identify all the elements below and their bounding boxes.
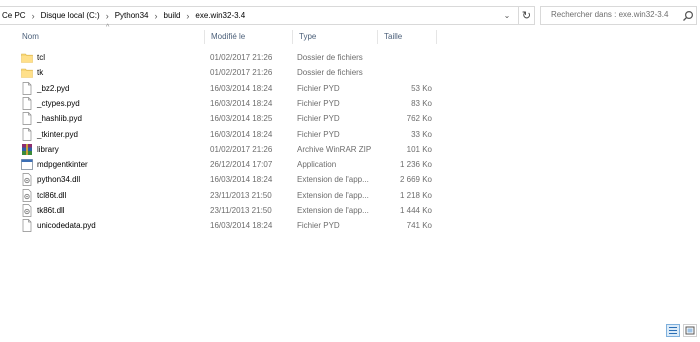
file-name: mdpgentkinter (37, 160, 88, 170)
refresh-icon: ↻ (521, 10, 532, 22)
file-size: 101 Ko (406, 144, 432, 154)
file-type: Archive WinRAR ZIP (297, 144, 372, 154)
file-modified: 23/11/2013 21:50 (210, 190, 272, 200)
refresh-button[interactable]: ↻ (518, 6, 535, 25)
file-row[interactable]: python34.dll 16/03/2014 18:24 Extension de… (0, 172, 437, 187)
large-icons-view-button[interactable] (683, 324, 697, 337)
file-size: 53 Ko (411, 83, 432, 93)
file-modified: 16/03/2014 18:24 (210, 175, 273, 185)
file-name: python34.dll (37, 175, 81, 185)
address-bar[interactable]: Ce PC › Disque local (C:) › Python34 › b… (0, 6, 519, 25)
search-placeholder: Rechercher dans : exe.win32-3.4 (551, 10, 669, 19)
dll-icon (21, 173, 33, 187)
file-modified: 16/03/2014 18:25 (210, 114, 273, 124)
address-bar-row: Ce PC › Disque local (C:) › Python34 › b… (0, 0, 700, 30)
file-type: Fichier PYD (297, 98, 340, 108)
file-size: 33 Ko (411, 129, 432, 139)
file-size (382, 50, 432, 65)
file-row[interactable]: tk86t.dll 23/11/2013 21:50 Extension de l'… (0, 203, 437, 218)
file-type: Fichier PYD (297, 129, 340, 139)
file-icon (21, 81, 33, 95)
folder-icon (21, 51, 33, 64)
dll-icon (21, 204, 33, 217)
file-row[interactable]: _bz2.pyd 16/03/2014 18:24 Fichier PYD 53 Ko (0, 81, 437, 96)
file-name: tcl86t.dll (37, 190, 67, 200)
file-size (382, 65, 432, 80)
file-size: 83 Ko (411, 98, 432, 108)
file-type: Extension de l'app... (297, 190, 369, 200)
dll-icon (21, 188, 33, 202)
file-type: Extension de l'app... (297, 175, 369, 185)
search-icon (683, 10, 694, 21)
file-icon (21, 112, 33, 126)
column-header-name[interactable]: Nom (16, 30, 205, 44)
chevron-right-icon[interactable]: › (102, 11, 113, 21)
file-size: 1 218 Ko (399, 190, 432, 200)
file-row[interactable]: tcl86t.dll 23/11/2013 21:50 Extension de l… (0, 188, 437, 203)
file-type: Dossier de fichiers (297, 53, 363, 62)
large-icons-view-icon (685, 326, 695, 335)
file-name: library (37, 144, 59, 154)
chevron-right-icon[interactable]: › (151, 11, 162, 21)
column-header-row: Nom Modifié le Type Taille (0, 30, 700, 44)
file-type: Fichier PYD (297, 221, 340, 231)
file-icon (21, 219, 33, 233)
file-row[interactable]: _tkinter.pyd 16/03/2014 18:24 Fichier PYD 3… (0, 127, 437, 142)
file-modified: 16/03/2014 18:24 (210, 83, 273, 93)
file-modified: 01/02/2017 21:26 (210, 53, 273, 62)
details-view-button[interactable] (666, 324, 680, 337)
file-row[interactable]: library 01/02/2017 21:26 Archive WinRAR ZI… (0, 142, 437, 157)
file-name: _tkinter.pyd (37, 129, 78, 139)
file-modified: 26/12/2014 17:07 (210, 160, 273, 170)
breadcrumb-item-exe-win32[interactable]: exe.win32-3.4 (193, 11, 247, 20)
file-row[interactable]: unicodedata.pyd 16/03/2014 18:24 Fichier P… (0, 218, 437, 233)
application-icon (21, 158, 33, 171)
file-icon (21, 127, 33, 141)
column-header-size[interactable]: Taille (378, 30, 437, 44)
folder-icon (21, 66, 33, 79)
file-size: 762 Ko (406, 114, 432, 124)
chevron-right-icon[interactable]: › (182, 11, 193, 21)
file-size: 1 236 Ko (399, 160, 432, 170)
breadcrumb: Ce PC › Disque local (C:) › Python34 › b… (0, 7, 247, 24)
file-modified: 23/11/2013 21:50 (210, 206, 272, 215)
column-header-type[interactable]: Type (293, 30, 378, 44)
breadcrumb-item-local-disk[interactable]: Disque local (C:) (39, 11, 102, 20)
file-type: Fichier PYD (297, 83, 340, 93)
file-type: Application (297, 160, 337, 170)
file-icon (21, 97, 33, 110)
file-name: _ctypes.pyd (37, 98, 80, 108)
file-modified: 01/02/2017 21:26 (210, 68, 273, 78)
file-name: _bz2.pyd (37, 83, 70, 93)
address-history-chevron-down-icon[interactable]: ⌄ (500, 7, 514, 24)
file-size: 1 444 Ko (399, 206, 432, 215)
search-input[interactable]: Rechercher dans : exe.win32-3.4 (540, 6, 697, 25)
file-modified: 16/03/2014 18:24 (210, 98, 273, 108)
file-name: unicodedata.pyd (37, 221, 96, 231)
breadcrumb-item-python34[interactable]: Python34 (113, 11, 151, 20)
file-size: 741 Ko (406, 221, 432, 231)
file-row[interactable]: tk 01/02/2017 21:26 Dossier de fichiers (0, 65, 437, 80)
file-name: tk (37, 68, 44, 78)
file-name: tcl (37, 53, 45, 62)
file-row[interactable]: _hashlib.pyd 16/03/2014 18:25 Fichier PYD 7… (0, 111, 437, 126)
file-row[interactable]: tcl 01/02/2017 21:26 Dossier de fichiers (0, 50, 437, 65)
file-type: Fichier PYD (297, 114, 340, 124)
file-row[interactable]: mdpgentkinter 26/12/2014 17:07 Application… (0, 157, 437, 172)
file-modified: 16/03/2014 18:24 (210, 129, 273, 139)
file-name: tk86t.dll (37, 206, 65, 215)
file-type: Dossier de fichiers (297, 68, 363, 78)
details-view-icon (669, 327, 677, 334)
file-row[interactable]: _ctypes.pyd 16/03/2014 18:24 Fichier PYD 83… (0, 96, 437, 111)
column-header-modified[interactable]: Modifié le (205, 30, 293, 44)
file-modified: 01/02/2017 21:26 (210, 144, 273, 154)
winrar-icon (21, 143, 33, 156)
file-modified: 16/03/2014 18:24 (210, 221, 273, 231)
chevron-right-icon[interactable]: › (28, 11, 39, 21)
file-type: Extension de l'app... (297, 206, 369, 215)
breadcrumb-item-this-pc[interactable]: Ce PC (0, 11, 28, 20)
breadcrumb-item-build[interactable]: build (162, 11, 183, 20)
file-size: 2 669 Ko (399, 175, 432, 185)
file-name: _hashlib.pyd (37, 114, 82, 124)
